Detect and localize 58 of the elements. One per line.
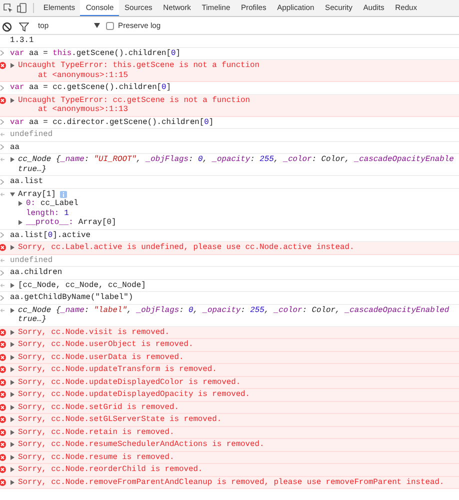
prompt-chevron-icon xyxy=(0,232,4,238)
expand-arrow-icon[interactable] xyxy=(10,380,15,385)
result-arrow-icon xyxy=(0,157,5,162)
filter-icon[interactable] xyxy=(19,22,29,32)
error-icon xyxy=(0,428,6,436)
inspect-cursor-icon[interactable] xyxy=(3,3,13,13)
result-arrow-icon xyxy=(0,192,5,197)
expand-arrow-icon[interactable] xyxy=(10,430,15,435)
error-icon xyxy=(0,366,6,374)
error-icon xyxy=(0,328,6,336)
expand-arrow-icon[interactable] xyxy=(10,282,15,288)
error-icon xyxy=(0,466,6,474)
prompt-chevron-icon xyxy=(0,84,4,91)
expand-arrow-icon[interactable] xyxy=(10,442,15,448)
expand-arrow-icon[interactable] xyxy=(10,417,15,422)
expand-arrow-icon[interactable] xyxy=(10,308,15,313)
prompt-chevron-icon xyxy=(0,294,4,301)
expand-arrow-icon[interactable] xyxy=(10,63,15,68)
clear-console-icon[interactable] xyxy=(2,22,12,32)
expand-arrow-icon[interactable] xyxy=(10,467,15,472)
expand-arrow-icon[interactable] xyxy=(18,220,23,226)
prompt-chevron-icon xyxy=(0,50,4,56)
expand-arrow-icon[interactable] xyxy=(10,404,15,410)
result-arrow-icon xyxy=(0,282,5,288)
expand-arrow-icon[interactable] xyxy=(10,98,15,103)
error-icon xyxy=(0,441,6,448)
error-icon xyxy=(0,96,6,104)
error-icon xyxy=(0,391,6,398)
result-arrow-icon xyxy=(0,258,5,263)
dropdown-caret-icon[interactable] xyxy=(94,23,100,28)
expanded-arrow-icon[interactable] xyxy=(10,192,15,197)
error-icon xyxy=(0,341,6,348)
prompt-chevron-icon xyxy=(0,270,4,276)
expand-arrow-icon[interactable] xyxy=(18,201,23,206)
error-icon xyxy=(0,354,6,361)
expand-arrow-icon[interactable] xyxy=(10,454,15,460)
prompt-chevron-icon xyxy=(0,119,4,126)
expand-arrow-icon[interactable] xyxy=(10,245,15,250)
expand-arrow-icon[interactable] xyxy=(10,354,15,360)
error-icon xyxy=(0,404,6,411)
expand-arrow-icon[interactable] xyxy=(10,367,15,372)
error-icon xyxy=(0,244,6,252)
result-arrow-icon xyxy=(0,308,5,313)
error-icon xyxy=(0,478,6,486)
preserve-log-checkbox[interactable] xyxy=(106,22,114,30)
prompt-chevron-icon xyxy=(0,144,4,150)
expand-arrow-icon[interactable] xyxy=(10,330,15,335)
expand-arrow-icon[interactable] xyxy=(10,342,15,348)
expand-arrow-icon[interactable] xyxy=(10,157,15,162)
expand-arrow-icon[interactable] xyxy=(10,480,15,485)
device-icon[interactable] xyxy=(17,3,27,13)
result-arrow-icon xyxy=(0,132,5,138)
error-icon xyxy=(0,416,6,424)
error-icon xyxy=(0,454,6,461)
error-icon xyxy=(0,378,6,386)
expand-arrow-icon[interactable] xyxy=(10,392,15,398)
prompt-chevron-icon xyxy=(0,178,4,185)
error-icon xyxy=(0,62,6,70)
